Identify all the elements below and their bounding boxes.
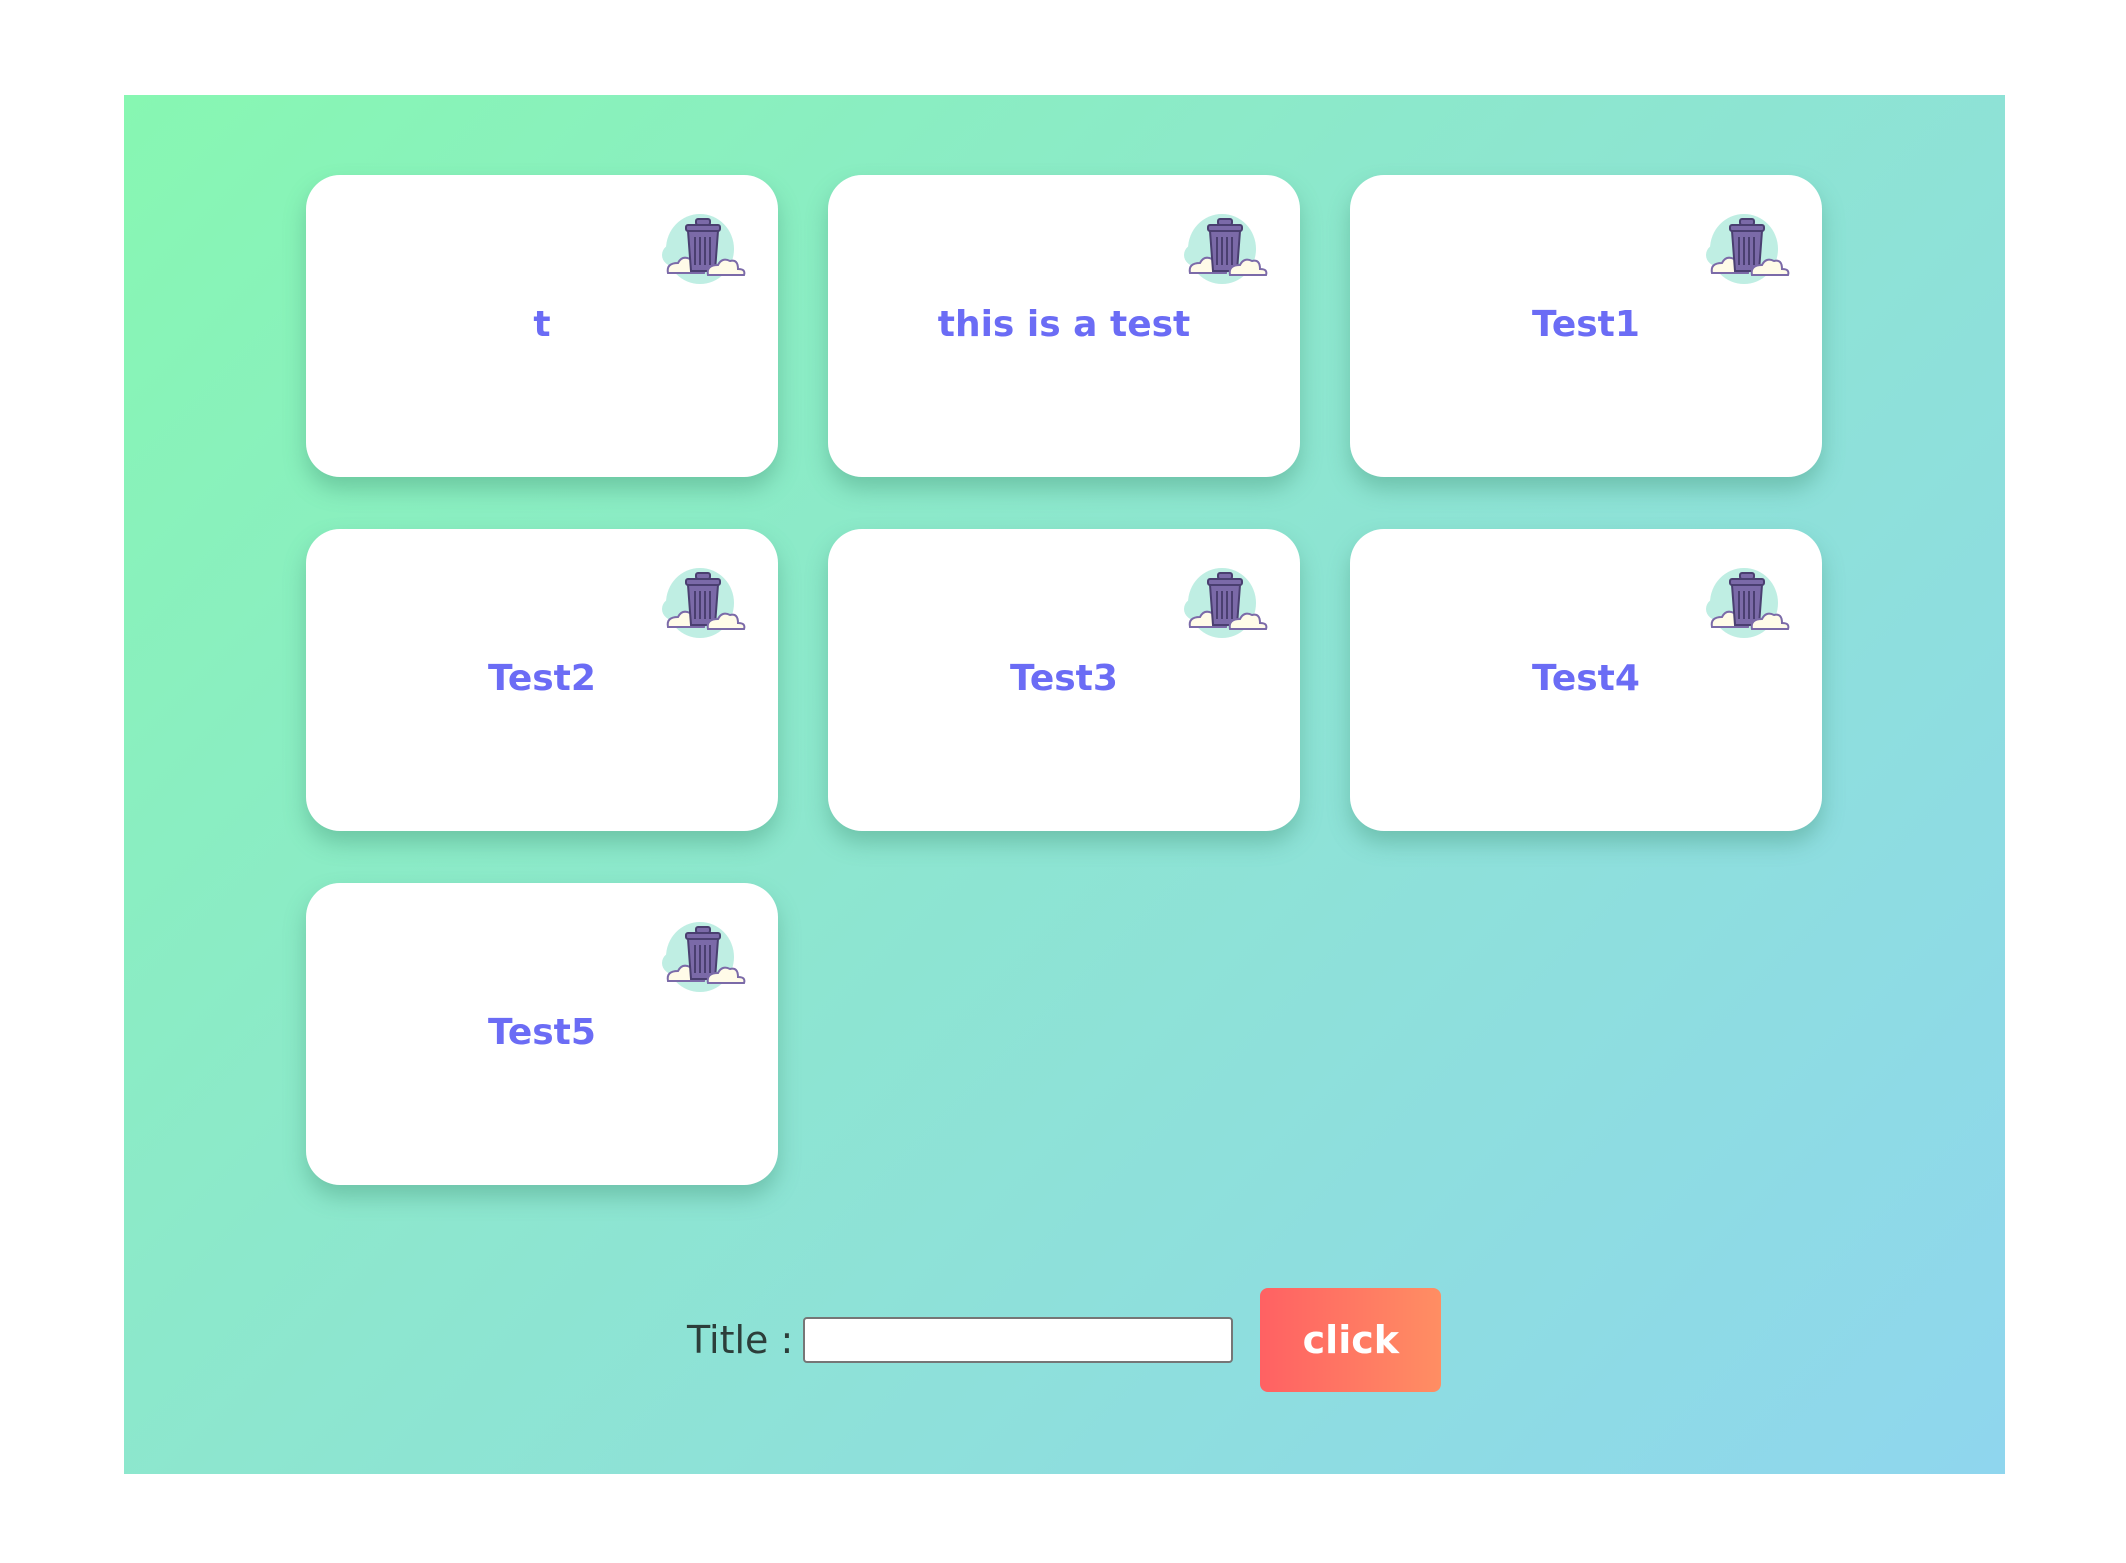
note-title: Test5 [488,1012,596,1053]
trash-icon [662,568,746,638]
note-title: this is a test [937,304,1191,345]
click-button[interactable]: click [1260,1288,1442,1392]
note-title: t [533,304,551,345]
delete-note-button[interactable] [1178,565,1268,645]
notes-grid: t this is a test Test1 Test2 Test3 Test4… [306,175,1822,1185]
note-title: Test2 [488,658,596,699]
delete-note-button[interactable] [1700,565,1790,645]
note-card: Test5 [306,883,778,1185]
note-title: Test3 [1010,658,1118,699]
notes-panel: t this is a test Test1 Test2 Test3 Test4… [124,95,2005,1474]
trash-icon [1184,568,1268,638]
title-label: Title : [687,1318,794,1362]
trash-icon [1706,568,1790,638]
delete-note-button[interactable] [1700,211,1790,291]
trash-icon [662,214,746,284]
delete-note-button[interactable] [656,919,746,999]
delete-note-button[interactable] [1178,211,1268,291]
note-card: Test1 [1350,175,1822,477]
note-card: this is a test [828,175,1300,477]
trash-icon [662,922,746,992]
note-card: Test3 [828,529,1300,831]
delete-note-button[interactable] [656,211,746,291]
note-card: t [306,175,778,477]
delete-note-button[interactable] [656,565,746,645]
add-note-form: Title : click [687,1288,1442,1392]
trash-icon [1184,214,1268,284]
trash-icon [1706,214,1790,284]
note-title: Test1 [1532,304,1640,345]
note-card: Test2 [306,529,778,831]
note-card: Test4 [1350,529,1822,831]
title-input[interactable] [803,1317,1234,1363]
note-title: Test4 [1532,658,1640,699]
